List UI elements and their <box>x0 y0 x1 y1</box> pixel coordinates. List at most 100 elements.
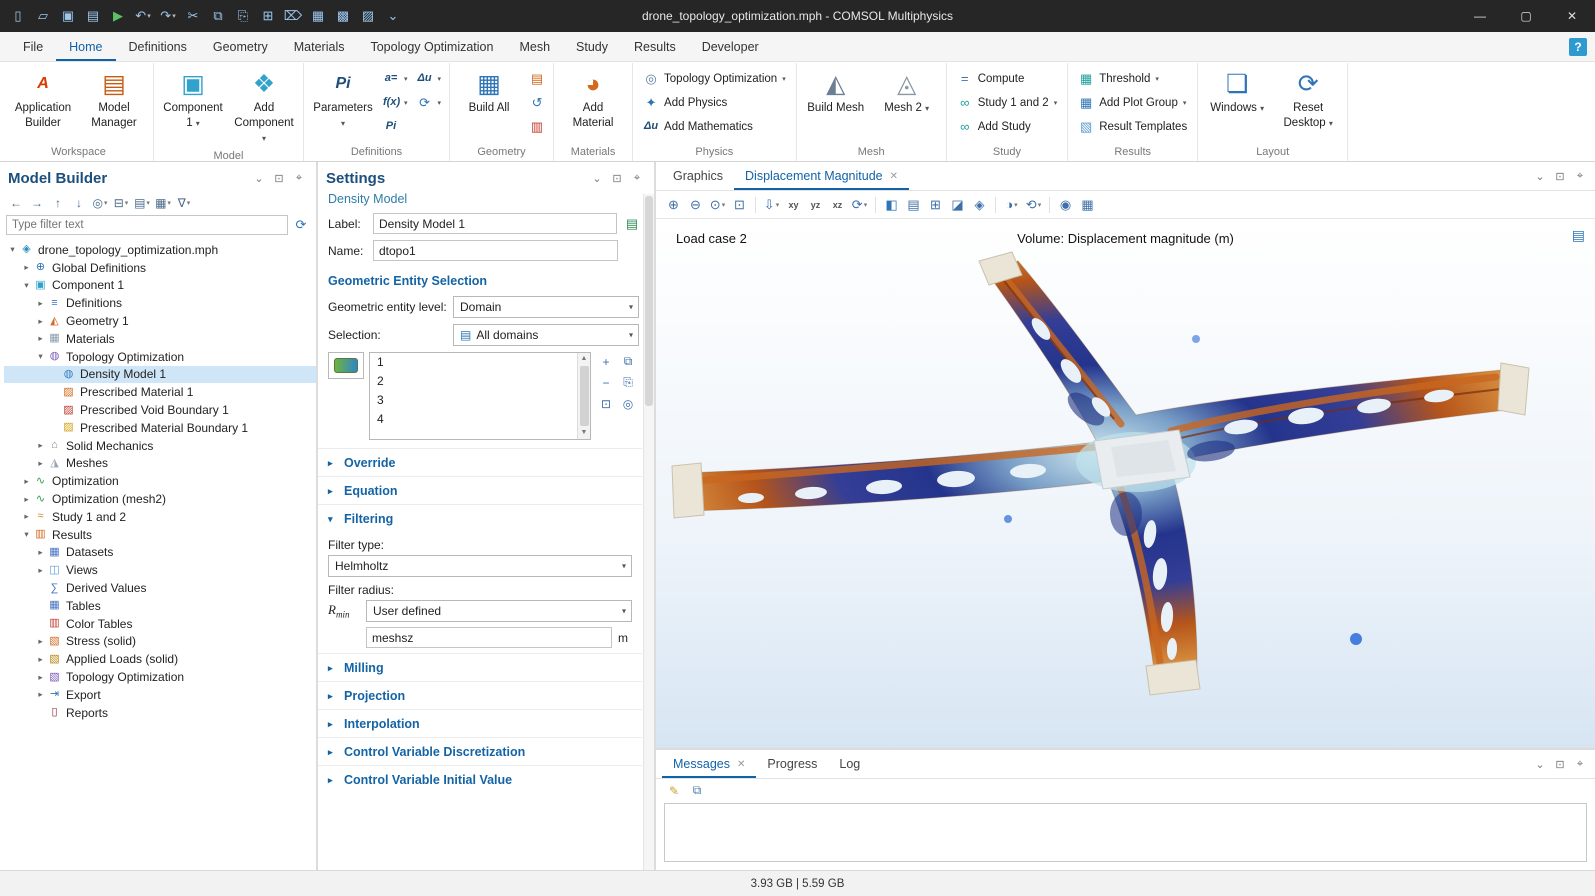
chevron-right-icon[interactable]: ▸ <box>34 547 47 558</box>
filter-type-dropdown[interactable]: Helmholtz <box>328 555 632 577</box>
close-tab-icon[interactable]: ✕ <box>890 171 898 182</box>
chevron-right-icon[interactable]: ▸ <box>34 636 47 647</box>
ribbon-item-model-manager[interactable]: ▤Model Manager <box>80 65 148 133</box>
tree-item-optimization-mesh2[interactable]: ▸∿Optimization (mesh2) <box>4 490 316 508</box>
section-equation[interactable]: ▸Equation <box>318 476 642 504</box>
ribbon-item-add-material[interactable]: ◕Add Material <box>559 65 627 133</box>
scrollbar-thumb[interactable] <box>645 196 653 406</box>
save-icon[interactable]: ▣ <box>56 4 80 28</box>
zoom-extents-icon[interactable]: ⊡ <box>729 194 750 216</box>
scroll-down-icon[interactable]: ▼ <box>581 427 588 439</box>
graphics-canvas[interactable]: Load case 2 Volume: Displacement magnitu… <box>656 219 1595 748</box>
tree-item-datasets[interactable]: ▸▦Datasets <box>4 544 316 562</box>
ribbon-item-mesh-2[interactable]: ◬Mesh 2 ▾ <box>873 65 941 118</box>
zoom-selection-icon[interactable]: ⊡ <box>596 394 616 413</box>
clip-plane-icon[interactable]: ◪ <box>947 194 968 216</box>
menu-tab-mesh[interactable]: Mesh <box>506 32 563 61</box>
model-history-icon[interactable]: ▤ <box>81 4 105 28</box>
filter-radius-mode-dropdown[interactable]: User defined <box>366 600 632 622</box>
menu-tab-geometry[interactable]: Geometry <box>200 32 281 61</box>
tree-item-export[interactable]: ▸⇥Export <box>4 686 316 704</box>
section-geometric-entity-selection[interactable]: Geometric Entity Selection <box>318 267 642 294</box>
tree-item-optimization[interactable]: ▸∿Optimization <box>4 472 316 490</box>
ribbon-item-parameters[interactable]: PiParameters ▾ <box>309 65 377 133</box>
graphics-tab-displacement-magnitude[interactable]: Displacement Magnitude✕ <box>734 162 909 190</box>
section-override[interactable]: ▸Override <box>318 448 642 476</box>
cut-icon[interactable]: ✂ <box>181 4 205 28</box>
tree-item-component-1[interactable]: ▾▣Component 1 <box>4 277 316 295</box>
menu-tab-study[interactable]: Study <box>563 32 621 61</box>
print-icon[interactable]: ▦ <box>1077 194 1098 216</box>
move-down-icon[interactable]: ↓ <box>69 193 89 212</box>
tree-filter-input[interactable] <box>6 215 288 235</box>
ribbon-item-compute[interactable]: =Compute <box>952 68 1063 89</box>
panel-float-icon[interactable]: ⊡ <box>1551 758 1569 771</box>
tree-item-derived-values[interactable]: ∑Derived Values <box>4 579 316 597</box>
tree-item-density-model-1[interactable]: ◍Density Model 1 <box>4 366 316 384</box>
menu-tab-materials[interactable]: Materials <box>281 32 358 61</box>
scrollbar-thumb[interactable] <box>580 366 589 426</box>
tree-item-study-1-and-2[interactable]: ▸≈Study 1 and 2 <box>4 508 316 526</box>
node-group-icon[interactable]: ▤▾ <box>132 193 152 212</box>
ribbon-item-add-physics[interactable]: ✦Add Physics <box>638 92 791 113</box>
displacement-plot[interactable] <box>656 219 1595 748</box>
tree-item-prescribed-material-1[interactable]: ▨Prescribed Material 1 <box>4 383 316 401</box>
tree-item-definitions[interactable]: ▸≡Definitions <box>4 294 316 312</box>
panel-float-icon[interactable]: ⊡ <box>608 172 626 185</box>
paste-selection-icon[interactable]: ⎘ <box>618 373 638 392</box>
messages-tab-messages[interactable]: Messages✕ <box>662 750 756 778</box>
section-control-variable-initial-value[interactable]: ▸Control Variable Initial Value <box>318 765 642 793</box>
zoom-out-icon[interactable]: ⊖ <box>685 194 706 216</box>
deactivate-selection-icon[interactable]: ◎ <box>618 394 638 413</box>
scroll-up-icon[interactable]: ▲ <box>581 353 588 365</box>
domain-list-item[interactable]: 4 <box>370 410 577 429</box>
name-field-input[interactable] <box>373 240 618 261</box>
delete-icon[interactable]: ⌦ <box>281 4 305 28</box>
ribbon-item-nonlocal-couplings-icon[interactable]: Δu▾ <box>414 68 445 89</box>
close-button[interactable]: ✕ <box>1549 0 1595 32</box>
section-filtering[interactable]: ▾ Filtering <box>318 504 642 532</box>
ribbon-item-add-study[interactable]: ∞Add Study <box>952 116 1063 137</box>
ribbon-item-component-1[interactable]: ▣Component 1 ▾ <box>159 65 227 133</box>
tree-item-reports[interactable]: ▯Reports <box>4 704 316 722</box>
selection-dropdown[interactable]: ▤ All domains <box>453 324 639 346</box>
tree-item-geometry-1[interactable]: ▸◭Geometry 1 <box>4 312 316 330</box>
ribbon-item-topology-optimization[interactable]: ◎Topology Optimization▾ <box>638 68 791 89</box>
collapse-all-icon[interactable]: ⊟▾ <box>111 193 131 212</box>
redo-icon[interactable]: ↷▾ <box>156 4 180 28</box>
wireframe-icon[interactable]: ▤ <box>903 194 924 216</box>
tree-item-topology-optimization[interactable]: ▸▧Topology Optimization <box>4 668 316 686</box>
chevron-right-icon[interactable]: ▸ <box>20 511 33 522</box>
tree-item-tables[interactable]: ▦Tables <box>4 597 316 615</box>
ribbon-item-variables-icon[interactable]: a=▾ <box>380 68 411 89</box>
plot-settings-icon[interactable]: ▤ <box>1572 227 1585 244</box>
panel-float-icon[interactable]: ⊡ <box>1551 170 1569 183</box>
add-selection-icon[interactable]: + <box>596 352 616 371</box>
messages-tab-progress[interactable]: Progress <box>756 750 828 778</box>
lock-view-icon[interactable]: ◈ <box>969 194 990 216</box>
copy-selection-icon[interactable]: ⧉ <box>618 352 638 371</box>
snapshot-icon[interactable]: ◉ <box>1055 194 1076 216</box>
chevron-down-icon[interactable]: ▾ <box>34 351 47 362</box>
customize-toolbar-icon[interactable]: ⌄ <box>381 4 405 28</box>
go-forward-icon[interactable]: → <box>27 193 47 212</box>
chevron-right-icon[interactable]: ▸ <box>34 689 47 700</box>
tree-columns-icon[interactable]: ▦▾ <box>153 193 173 212</box>
ribbon-item-build-mesh[interactable]: ◭Build Mesh <box>802 65 870 118</box>
filter-icon[interactable]: ∇▾ <box>174 193 194 212</box>
ribbon-item-geometry-update-icon[interactable]: ↺ <box>526 92 548 113</box>
tree-item-topology-optimization[interactable]: ▾◍Topology Optimization <box>4 348 316 366</box>
copy-log-icon[interactable]: ⧉ <box>687 781 707 800</box>
domain-list-item[interactable]: 2 <box>370 372 577 391</box>
tree-item-prescribed-void-boundary-1[interactable]: ▨Prescribed Void Boundary 1 <box>4 401 316 419</box>
domain-list-item[interactable]: 3 <box>370 391 577 410</box>
ribbon-item-threshold[interactable]: ▦Threshold▾ <box>1073 68 1192 89</box>
maximize-button[interactable]: ▢ <box>1503 0 1549 32</box>
matrix-view-icon[interactable]: ▩ <box>331 4 355 28</box>
panel-pin-icon[interactable]: ⌖ <box>1571 758 1589 771</box>
chevron-right-icon[interactable]: ▸ <box>34 672 47 683</box>
view-yz-icon[interactable]: yz <box>805 194 826 216</box>
undo-icon[interactable]: ↶▾ <box>131 4 155 28</box>
section-interpolation[interactable]: ▸Interpolation <box>318 709 642 737</box>
table-view-icon[interactable]: ▦ <box>306 4 330 28</box>
